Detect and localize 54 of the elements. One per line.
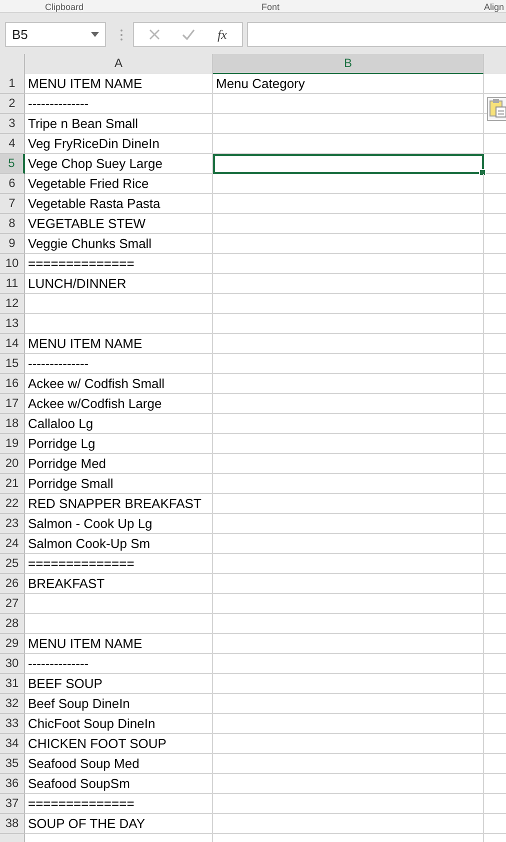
row-header[interactable]: 6 xyxy=(0,174,25,194)
selected-cell[interactable] xyxy=(213,154,484,174)
row-header[interactable]: 37 xyxy=(0,794,25,814)
name-box[interactable]: B5 xyxy=(5,22,106,47)
row-header[interactable]: 7 xyxy=(0,194,25,214)
row-header[interactable]: 30 xyxy=(0,654,25,674)
row-header[interactable]: 2 xyxy=(0,94,25,114)
row-header[interactable]: 17 xyxy=(0,394,25,414)
row-header[interactable]: 3 xyxy=(0,114,25,134)
row-header[interactable]: 27 xyxy=(0,594,25,614)
row-header[interactable]: 25 xyxy=(0,554,25,574)
insert-function-button[interactable]: fx xyxy=(218,26,227,42)
row-header[interactable]: 8 xyxy=(0,214,25,234)
row-header[interactable]: 11 xyxy=(0,274,25,294)
row-header[interactable]: 34 xyxy=(0,734,25,754)
row-header[interactable]: 1 xyxy=(0,74,25,94)
row-header[interactable]: 16 xyxy=(0,374,25,394)
grip-icon xyxy=(120,28,123,40)
row-header[interactable]: 26 xyxy=(0,574,25,594)
clipboard-icon xyxy=(489,98,506,118)
row-header[interactable]: 13 xyxy=(0,314,25,334)
row-header[interactable]: 14 xyxy=(0,334,25,354)
row-header[interactable]: 12 xyxy=(0,294,25,314)
row-header[interactable]: 31 xyxy=(0,674,25,694)
paste-options-button[interactable] xyxy=(487,97,506,121)
row-header[interactable]: 32 xyxy=(0,694,25,714)
column-header[interactable]: B xyxy=(213,54,484,75)
row-header[interactable]: 18 xyxy=(0,414,25,434)
fill-handle[interactable] xyxy=(479,169,486,176)
row-header[interactable]: 24 xyxy=(0,534,25,554)
row-header[interactable]: 28 xyxy=(0,614,25,634)
dropdown-caret-icon xyxy=(91,32,99,37)
row-header[interactable]: 21 xyxy=(0,474,25,494)
row-header[interactable]: 10 xyxy=(0,254,25,274)
row-header[interactable]: 29 xyxy=(0,634,25,654)
row-header[interactable]: 15 xyxy=(0,354,25,374)
ribbon-group-label: Align xyxy=(484,2,504,12)
cancel-icon[interactable] xyxy=(149,29,160,40)
row-header[interactable]: 33 xyxy=(0,714,25,734)
ribbon-group-label: Clipboard xyxy=(45,2,84,12)
row-header[interactable]: 20 xyxy=(0,454,25,474)
row-header[interactable]: 19 xyxy=(0,434,25,454)
row-header[interactable]: 23 xyxy=(0,514,25,534)
table-cell[interactable] xyxy=(213,134,484,154)
row-header[interactable]: 5 xyxy=(0,154,25,174)
row-header[interactable]: 35 xyxy=(0,754,25,774)
row-header[interactable]: 22 xyxy=(0,494,25,514)
checkmark-icon[interactable] xyxy=(182,29,196,40)
ribbon-group-label: Font xyxy=(262,2,280,12)
row-header[interactable]: 9 xyxy=(0,234,25,254)
formula-input[interactable] xyxy=(247,22,506,47)
row-header[interactable]: 4 xyxy=(0,134,25,154)
row-header[interactable]: 38 xyxy=(0,814,25,834)
row-header[interactable]: 36 xyxy=(0,774,25,794)
